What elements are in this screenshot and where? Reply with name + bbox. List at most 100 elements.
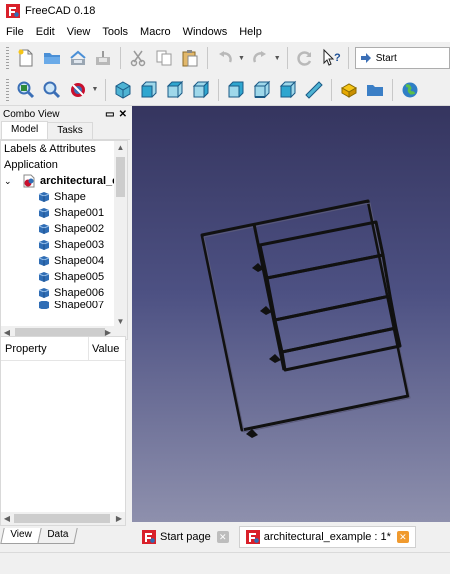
group-button[interactable] — [363, 78, 387, 102]
workbench-selector[interactable]: Start — [354, 47, 450, 69]
web-button[interactable] — [398, 78, 422, 102]
tab-model[interactable]: Model — [1, 121, 49, 139]
save-as-icon — [96, 51, 111, 65]
shape-label: Shape003 — [54, 239, 105, 251]
collapse-chevron-icon[interactable]: ⌄ — [4, 176, 16, 187]
fit-selection-button[interactable] — [40, 78, 64, 102]
scroll-right-icon[interactable]: ▶ — [113, 512, 125, 525]
new-document-button[interactable] — [14, 46, 38, 70]
close-tab-icon[interactable]: ✕ — [216, 531, 229, 543]
menu-windows[interactable]: Windows — [177, 22, 234, 42]
isometric-view-button[interactable] — [111, 78, 135, 102]
redo-button[interactable] — [248, 46, 272, 70]
document-tab-label: architectural_example : 1* — [263, 531, 391, 543]
scroll-thumb[interactable] — [14, 514, 110, 523]
menu-file[interactable]: File — [0, 22, 30, 42]
freecad-logo-icon — [245, 530, 260, 544]
menu-macro[interactable]: Macro — [134, 22, 177, 42]
toolbar-grip[interactable] — [6, 78, 9, 101]
tree-shape-row[interactable]: Shape004 — [1, 253, 127, 269]
tree-shape-row[interactable]: Shape — [1, 189, 127, 205]
tab-tasks[interactable]: Tasks — [47, 122, 93, 139]
close-panel-icon[interactable]: ✕ — [119, 109, 127, 120]
toolbar-separator — [206, 47, 208, 69]
shelf-4 — [280, 326, 402, 372]
title-bar: FreeCAD 0.18 — [0, 0, 450, 22]
draw-style-icon — [71, 82, 85, 97]
architectural-model-wireframe — [200, 199, 411, 438]
save-as-button[interactable] — [91, 46, 115, 70]
close-tab-icon[interactable]: ✕ — [396, 531, 409, 543]
redo-dropdown[interactable]: ▼ — [273, 46, 281, 70]
paste-button[interactable] — [178, 46, 202, 70]
toolbar-separator — [392, 78, 393, 101]
right-view-icon — [192, 80, 210, 98]
front-view-button[interactable] — [137, 78, 161, 102]
cut-button[interactable] — [126, 46, 150, 70]
shelf-1 — [258, 220, 385, 280]
rear-view-button[interactable] — [224, 78, 248, 102]
fit-all-icon — [17, 81, 35, 98]
menu-view[interactable]: View — [61, 22, 97, 42]
save-button[interactable] — [66, 46, 90, 70]
view-toolbar: ▼ — [0, 74, 450, 106]
part-button[interactable] — [337, 78, 361, 102]
property-view[interactable]: Property Value ◀ ▶ — [0, 336, 126, 526]
shape-icon — [38, 208, 50, 218]
tab-data[interactable]: Data — [36, 528, 78, 544]
toolbar-separator — [347, 47, 349, 69]
status-bar — [0, 552, 450, 574]
tree-document-row[interactable]: ⌄ architectural_e — [1, 173, 127, 189]
draw-style-dropdown[interactable]: ▼ — [91, 78, 99, 102]
tree-application-row[interactable]: Application — [1, 157, 127, 173]
bottom-view-icon — [253, 80, 271, 98]
shape-icon — [38, 256, 50, 266]
scroll-up-icon[interactable]: ▲ — [114, 141, 127, 153]
tab-view[interactable]: View — [0, 528, 42, 544]
tab-architectural-example[interactable]: architectural_example : 1* ✕ — [238, 526, 416, 548]
property-horizontal-scrollbar[interactable]: ◀ ▶ — [1, 512, 125, 525]
draw-style-button[interactable] — [66, 78, 90, 102]
menu-tools[interactable]: Tools — [96, 22, 134, 42]
copy-button[interactable] — [152, 46, 176, 70]
property-column-header[interactable]: Property — [1, 336, 89, 361]
undo-icon — [218, 51, 232, 63]
tree-vertical-scrollbar[interactable]: ▲ ▼ — [114, 141, 127, 327]
tree-shape-row[interactable]: Shape006 — [1, 285, 127, 301]
measure-button[interactable] — [302, 78, 326, 102]
model-tree[interactable]: Labels & Attributes Application ⌄ archit… — [0, 140, 128, 340]
document-icon — [23, 174, 35, 188]
undo-button[interactable] — [213, 46, 237, 70]
shape-label: Shape002 — [54, 223, 105, 235]
menu-edit[interactable]: Edit — [30, 22, 61, 42]
scroll-left-icon[interactable]: ◀ — [1, 512, 13, 525]
tree-shape-row[interactable]: Shape003 — [1, 237, 127, 253]
document-tabs: Start page ✕ architectural_example : 1* … — [132, 522, 450, 552]
shape-label: Shape — [54, 191, 86, 203]
undo-dropdown[interactable]: ▼ — [237, 46, 245, 70]
value-column-header[interactable]: Value — [89, 343, 119, 355]
left-view-button[interactable] — [276, 78, 300, 102]
tree-shape-row[interactable]: Shape002 — [1, 221, 127, 237]
freecad-logo-icon — [142, 530, 156, 544]
tree-shape-row[interactable]: Shape007 — [1, 301, 127, 309]
3d-viewport[interactable] — [132, 106, 450, 522]
tree-shape-row[interactable]: Shape005 — [1, 269, 127, 285]
tree-shape-row[interactable]: Shape001 — [1, 205, 127, 221]
float-panel-icon[interactable]: ▭ — [105, 109, 114, 120]
whats-this-button[interactable]: ? — [319, 46, 343, 70]
scroll-thumb[interactable] — [116, 157, 125, 197]
right-view-button[interactable] — [189, 78, 213, 102]
fit-all-button[interactable] — [14, 78, 38, 102]
combo-view-title: Combo View — [3, 108, 60, 120]
shape-icon — [38, 224, 50, 234]
open-button[interactable] — [40, 46, 64, 70]
menu-help[interactable]: Help — [233, 22, 268, 42]
freecad-logo-icon — [6, 4, 20, 18]
bottom-view-button[interactable] — [250, 78, 274, 102]
top-view-button[interactable] — [163, 78, 187, 102]
toolbar-grip[interactable] — [6, 47, 9, 69]
refresh-button[interactable] — [293, 46, 317, 70]
tab-start-page[interactable]: Start page ✕ — [136, 526, 235, 548]
labels-attributes-header: Labels & Attributes — [1, 141, 127, 157]
